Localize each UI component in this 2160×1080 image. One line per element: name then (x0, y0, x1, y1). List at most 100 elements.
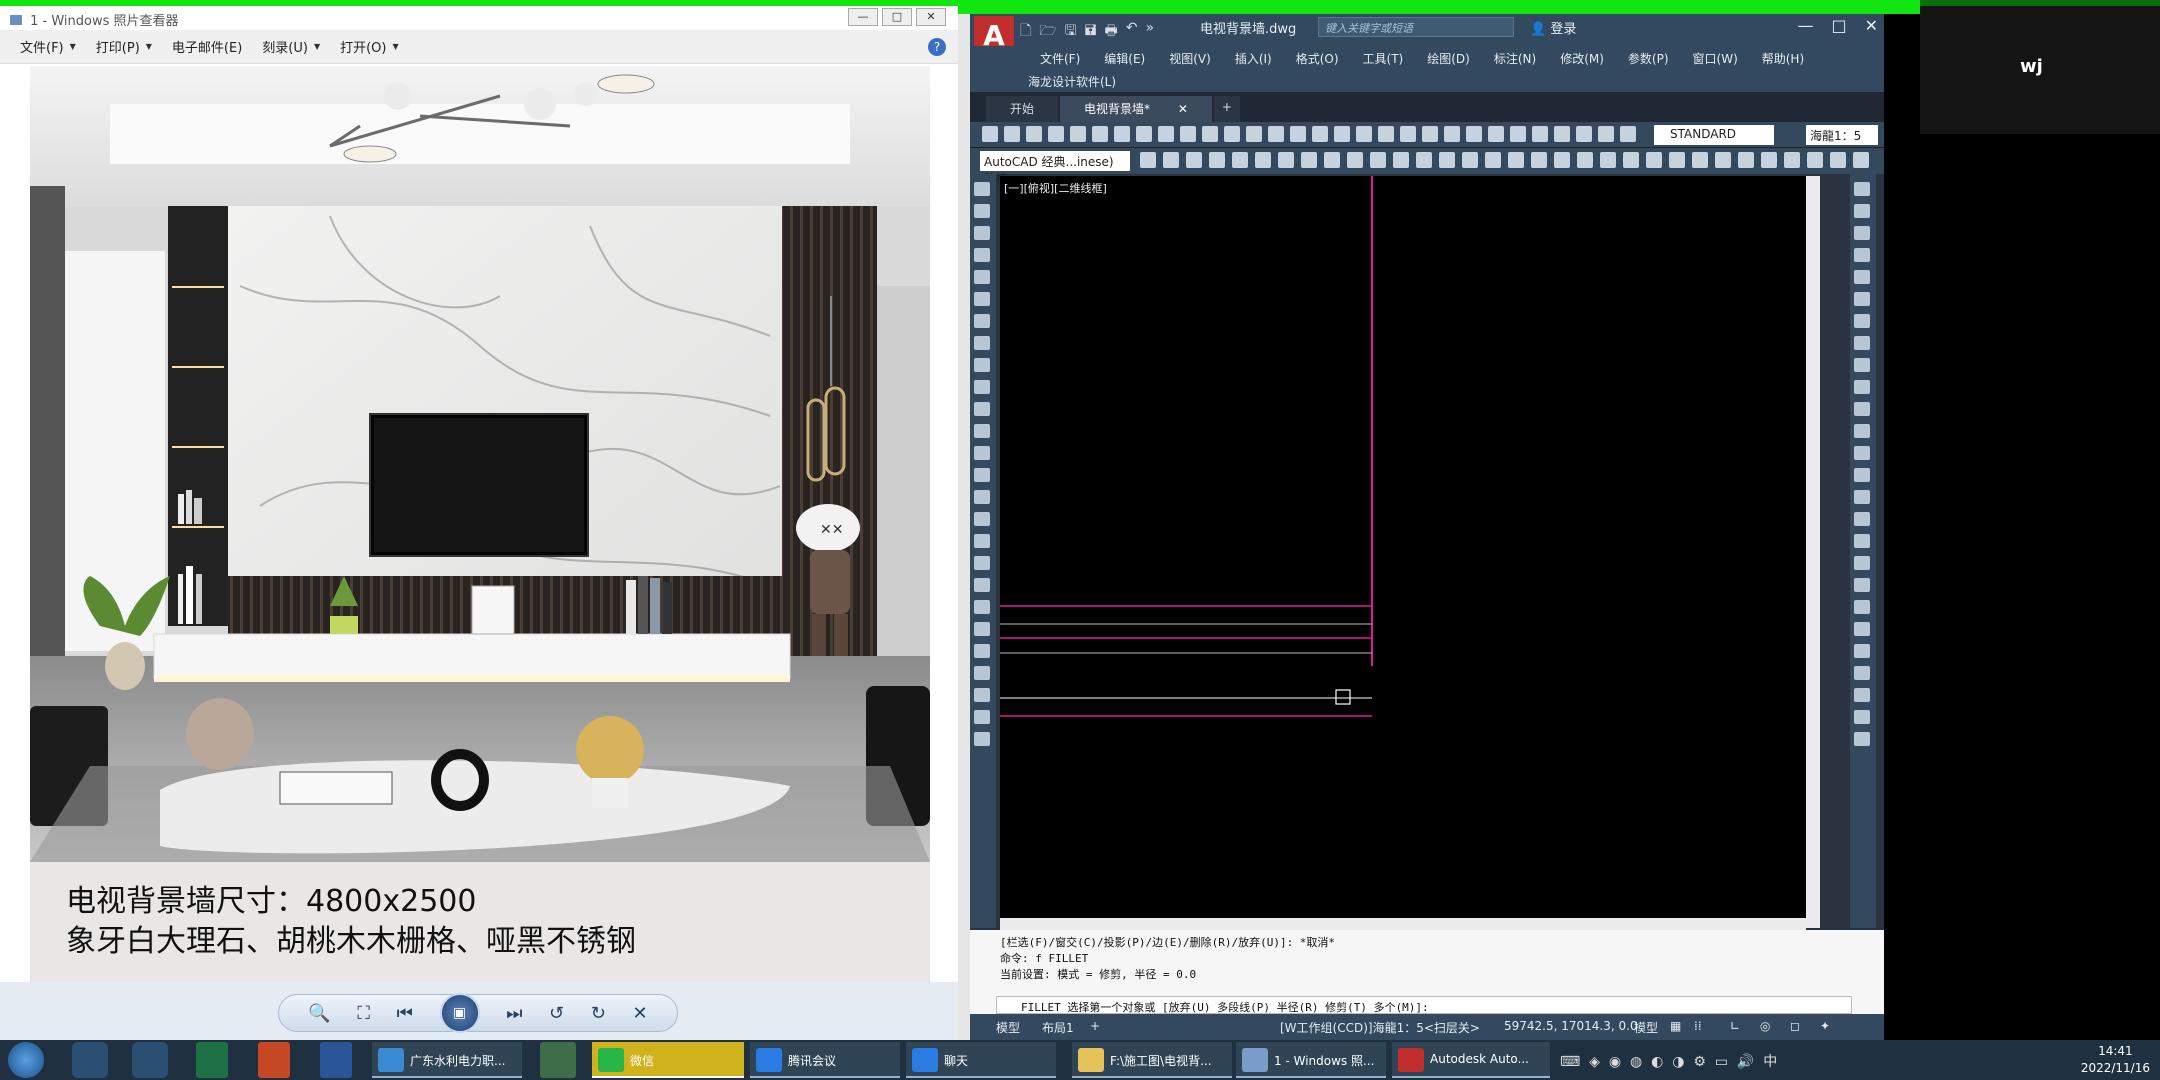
side-tool-icon[interactable] (974, 402, 990, 416)
menu-open[interactable]: 打开(O) ▼ (330, 37, 409, 56)
next-icon[interactable]: ⏭ (506, 1003, 522, 1024)
toolbar-tool-icon[interactable] (1738, 152, 1754, 168)
tray-icon[interactable]: ◐ (1651, 1054, 1663, 1070)
side-tool-icon[interactable] (974, 556, 990, 570)
side-tool-icon[interactable] (1854, 512, 1870, 526)
minimize-button[interactable]: — (1797, 16, 1813, 35)
open-icon[interactable]: 🗁 (1039, 20, 1056, 44)
toolbar-tool-icon[interactable] (1158, 126, 1174, 142)
toolbar-tool-icon[interactable] (1393, 152, 1409, 168)
side-tool-icon[interactable] (1854, 600, 1870, 614)
toolbar-tool-icon[interactable] (1620, 126, 1636, 142)
taskbar-window-browser[interactable]: 广东水利电力职... (372, 1042, 522, 1078)
side-tool-icon[interactable] (974, 666, 990, 680)
slideshow-button[interactable]: ▣ (439, 993, 480, 1033)
print-icon[interactable]: 🖶 (1104, 20, 1117, 44)
side-tool-icon[interactable] (974, 490, 990, 504)
toolbar-tool-icon[interactable] (1278, 152, 1294, 168)
side-tool-icon[interactable] (1854, 182, 1870, 196)
menu-burn[interactable]: 刻录(U) ▼ (252, 37, 330, 56)
side-tool-icon[interactable] (1854, 666, 1870, 680)
taskbar-window-wechat[interactable]: 微信 (592, 1042, 744, 1078)
undo-icon[interactable]: ↶ (1126, 20, 1138, 44)
close-button[interactable]: ✕ (1865, 16, 1878, 35)
command-input[interactable]: FILLET 选择第一个对象或 [放弃(U) 多段线(P) 半径(R) 修剪(T… (996, 996, 1852, 1014)
drawing-canvas[interactable]: [一][俯视][二维线框] (1000, 176, 1806, 918)
side-tool-icon[interactable] (1854, 446, 1870, 460)
tab-drawing[interactable]: 电视背景墙* ✕ (1060, 96, 1212, 122)
side-tool-icon[interactable] (1854, 688, 1870, 702)
toolbar-tool-icon[interactable] (1488, 126, 1504, 142)
rotate-right-icon[interactable]: ↻ (591, 1003, 606, 1024)
side-tool-icon[interactable] (1854, 314, 1870, 328)
side-tool-icon[interactable] (1854, 380, 1870, 394)
toolbar-tool-icon[interactable] (1255, 152, 1271, 168)
tray-icon[interactable]: ⚙ (1693, 1054, 1706, 1070)
toolbar-tool-icon[interactable] (1761, 152, 1777, 168)
side-tool-icon[interactable] (1854, 556, 1870, 570)
side-tool-icon[interactable] (974, 292, 990, 306)
pinned-app-icon[interactable] (132, 1042, 168, 1078)
side-tool-icon[interactable] (974, 204, 990, 218)
side-tool-icon[interactable] (1854, 468, 1870, 482)
side-tool-icon[interactable] (1854, 292, 1870, 306)
toolbar-tool-icon[interactable] (1180, 126, 1196, 142)
toolbar-tool-icon[interactable] (1334, 126, 1350, 142)
toolbar-tool-icon[interactable] (1070, 126, 1086, 142)
start-button[interactable] (8, 1042, 44, 1078)
toolbar-tool-icon[interactable] (1400, 126, 1416, 142)
side-tool-icon[interactable] (974, 710, 990, 724)
toolbar-tool-icon[interactable] (1532, 126, 1548, 142)
toolbar-tool-icon[interactable] (1462, 152, 1478, 168)
side-tool-icon[interactable] (974, 732, 990, 746)
menu-item[interactable]: 格式(O) (1284, 46, 1351, 70)
toolbar-tool-icon[interactable] (1301, 152, 1317, 168)
toolbar-tool-icon[interactable] (1577, 152, 1593, 168)
toolbar-tool-icon[interactable] (1807, 152, 1823, 168)
toolbar-tool-icon[interactable] (1114, 126, 1130, 142)
add-layout-icon[interactable]: + (1090, 1019, 1100, 1033)
menu-item[interactable]: 视图(V) (1157, 46, 1223, 70)
rotate-left-icon[interactable]: ↺ (549, 1003, 564, 1024)
ortho-icon[interactable]: ∟ (1730, 1019, 1740, 1033)
toolbar-tool-icon[interactable] (1136, 126, 1152, 142)
osnap-icon[interactable]: ◻ (1790, 1019, 1800, 1033)
minimize-button[interactable]: — (848, 8, 878, 26)
login-button[interactable]: 👤 登录 (1530, 18, 1576, 37)
side-tool-icon[interactable] (974, 446, 990, 460)
side-tool-icon[interactable] (974, 512, 990, 526)
side-tool-icon[interactable] (974, 534, 990, 548)
ime-icon[interactable]: 中 (1763, 1054, 1777, 1070)
save-icon[interactable]: 🖫 (1065, 20, 1077, 44)
side-tool-icon[interactable] (974, 468, 990, 482)
otrack-icon[interactable]: ✦ (1820, 1019, 1830, 1033)
toolbar-tool-icon[interactable] (1444, 126, 1460, 142)
model-space-button[interactable]: 模型 (1634, 1019, 1658, 1036)
zoom-icon[interactable]: 🔍 (308, 1003, 330, 1024)
horizontal-scrollbar[interactable] (1000, 918, 1806, 930)
side-tool-icon[interactable] (974, 226, 990, 240)
close-button[interactable]: ✕ (916, 8, 946, 26)
close-icon[interactable]: ✕ (1178, 102, 1188, 116)
side-tool-icon[interactable] (1854, 490, 1870, 504)
snap-icon[interactable]: ⁞⁞ (1694, 1019, 1702, 1033)
side-tool-icon[interactable] (974, 248, 990, 262)
toolbar-tool-icon[interactable] (1692, 152, 1708, 168)
toolbar-tool-icon[interactable] (1092, 126, 1108, 142)
powerpoint-icon[interactable] (258, 1042, 290, 1078)
toolbar-tool-icon[interactable] (1370, 152, 1386, 168)
toolbar-tool-icon[interactable] (1600, 152, 1616, 168)
text-style-select[interactable]: STANDARD (1654, 125, 1774, 145)
toolbar-tool-icon[interactable] (1598, 126, 1614, 142)
toolbar-tool-icon[interactable] (1646, 152, 1662, 168)
tray-icon[interactable]: ◍ (1630, 1054, 1642, 1070)
menu-item[interactable]: 标注(N) (1482, 46, 1548, 70)
toolbar-tool-icon[interactable] (1048, 126, 1064, 142)
side-tool-icon[interactable] (974, 380, 990, 394)
tray-icon[interactable]: ◑ (1672, 1054, 1684, 1070)
side-tool-icon[interactable] (1854, 644, 1870, 658)
toolbar-tool-icon[interactable] (1510, 126, 1526, 142)
media-icon[interactable] (540, 1042, 576, 1078)
delete-icon[interactable]: ✕ (633, 1003, 648, 1024)
taskbar-window-chat[interactable]: 聊天 (906, 1042, 1056, 1078)
